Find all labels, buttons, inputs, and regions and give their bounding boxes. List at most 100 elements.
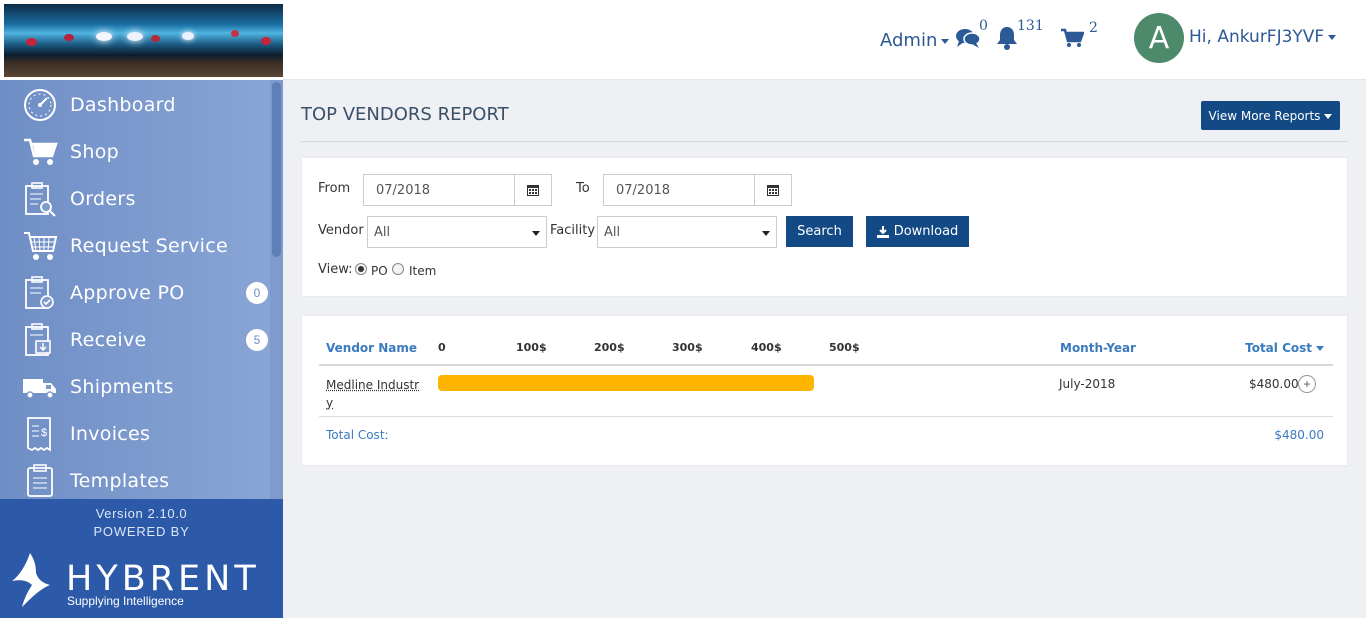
sidebar-item-label: Approve PO bbox=[70, 281, 185, 304]
svg-text:$: $ bbox=[41, 427, 47, 439]
orders-clipboard-search-icon bbox=[22, 181, 58, 217]
sidebar-item-label: Shop bbox=[70, 140, 119, 163]
view-more-reports-button[interactable]: View More Reports bbox=[1201, 101, 1340, 130]
powered-by-text: POWERED BY bbox=[93, 524, 190, 539]
header-divider bbox=[319, 364, 1333, 366]
month-year-cell: July-2018 bbox=[1059, 377, 1116, 391]
from-calendar-button[interactable] bbox=[514, 174, 552, 206]
sidebar-item-label: Request Service bbox=[70, 234, 228, 257]
calendar-icon bbox=[767, 185, 779, 196]
view-po-radio[interactable] bbox=[355, 263, 367, 275]
receive-clipboard-download-icon bbox=[22, 322, 58, 358]
top-header: Admin 0 131 2 A Hi, AnkurFJ3YVF bbox=[283, 0, 1366, 80]
chevron-down-icon bbox=[532, 231, 540, 236]
sidebar-item-dashboard[interactable]: Dashboard bbox=[0, 81, 270, 128]
search-button-label: Search bbox=[797, 224, 842, 239]
from-date-input[interactable] bbox=[363, 174, 515, 206]
facility-select-value: All bbox=[604, 224, 621, 240]
approve-po-count-badge: 0 bbox=[246, 281, 268, 304]
sidebar-item-approve-po[interactable]: Approve PO 0 bbox=[0, 269, 270, 316]
admin-label: Admin bbox=[880, 30, 938, 51]
sidebar-scroll-thumb[interactable] bbox=[272, 82, 281, 257]
approve-clipboard-check-icon bbox=[22, 275, 58, 311]
sidebar-item-label: Receive bbox=[70, 328, 147, 351]
sidebar-item-shipments[interactable]: Shipments bbox=[0, 363, 270, 410]
to-date-input[interactable] bbox=[603, 174, 755, 206]
sort-caret-icon bbox=[1316, 346, 1324, 351]
chevron-down-icon bbox=[762, 231, 770, 236]
view-po-label: PO bbox=[371, 264, 388, 278]
total-cost-label: Total Cost: bbox=[326, 428, 389, 442]
vendor-label: Vendor bbox=[318, 223, 364, 238]
sidebar-nav: Dashboard Shop Orders Request Service Ap… bbox=[0, 80, 283, 499]
col-header-month-year[interactable]: Month-Year bbox=[1060, 341, 1136, 355]
vendor-name-link[interactable]: Medline Industry bbox=[326, 376, 420, 412]
download-button[interactable]: Download bbox=[866, 216, 969, 247]
page-title: TOP VENDORS REPORT bbox=[301, 104, 509, 125]
view-label: View: bbox=[318, 262, 353, 277]
col-header-total-cost[interactable]: Total Cost bbox=[1245, 341, 1324, 355]
sidebar-item-orders[interactable]: Orders bbox=[0, 175, 270, 222]
facility-select[interactable]: All bbox=[597, 216, 777, 248]
sidebar-item-request-service[interactable]: Request Service bbox=[0, 222, 270, 269]
search-button[interactable]: Search bbox=[786, 216, 853, 247]
to-label: To bbox=[576, 181, 590, 196]
filter-panel: From To Vendor All Facility All Search D… bbox=[301, 157, 1348, 297]
calendar-icon bbox=[527, 185, 539, 196]
dashboard-gauge-icon bbox=[22, 87, 58, 123]
vendor-select[interactable]: All bbox=[367, 216, 547, 248]
sidebar: Dashboard Shop Orders Request Service Ap… bbox=[0, 0, 283, 618]
user-greeting: Hi, AnkurFJ3YVF bbox=[1189, 27, 1325, 47]
brand-tagline: Supplying Intelligence bbox=[67, 594, 184, 608]
chevron-down-icon bbox=[941, 38, 950, 44]
vendor-cost-bar bbox=[438, 375, 815, 391]
sidebar-item-label: Templates bbox=[70, 469, 170, 492]
sidebar-footer: Version 2.10.0 POWERED BY HYBRENT Supply… bbox=[0, 499, 283, 618]
scale-tick-label: 100$ bbox=[516, 341, 547, 354]
messages-count: 0 bbox=[979, 18, 988, 34]
download-icon bbox=[876, 225, 889, 238]
notifications-count: 131 bbox=[1017, 18, 1044, 34]
avatar[interactable]: A bbox=[1134, 13, 1184, 63]
sidebar-item-templates[interactable]: Templates bbox=[0, 457, 270, 499]
to-calendar-button[interactable] bbox=[754, 174, 792, 206]
total-cost-value: $480.00 bbox=[1274, 428, 1324, 442]
cart-count: 2 bbox=[1089, 20, 1098, 36]
row-divider bbox=[319, 416, 1333, 417]
col-header-total-cost-label: Total Cost bbox=[1245, 341, 1312, 355]
sidebar-item-shop[interactable]: Shop bbox=[0, 128, 270, 175]
cart-icon[interactable] bbox=[1060, 28, 1085, 53]
notifications-bell-icon[interactable] bbox=[995, 25, 1019, 55]
request-service-cart-icon bbox=[22, 228, 58, 264]
download-button-label: Download bbox=[893, 224, 959, 239]
sidebar-item-label: Orders bbox=[70, 187, 136, 210]
sidebar-item-receive[interactable]: Receive 5 bbox=[0, 316, 270, 363]
scale-tick-label: 300$ bbox=[672, 341, 703, 354]
admin-dropdown[interactable]: Admin bbox=[880, 30, 950, 51]
expand-row-button[interactable]: + bbox=[1298, 375, 1316, 393]
chevron-down-icon bbox=[1328, 34, 1337, 40]
version-text: Version 2.10.0 bbox=[95, 506, 188, 521]
title-divider bbox=[301, 141, 1348, 142]
messages-icon[interactable] bbox=[955, 27, 981, 54]
templates-clipboard-icon bbox=[22, 463, 58, 499]
chevron-down-icon bbox=[1324, 113, 1333, 119]
sidebar-item-label: Shipments bbox=[70, 375, 174, 398]
from-label: From bbox=[318, 181, 351, 196]
scale-tick-label: 400$ bbox=[751, 341, 782, 354]
total-cost-cell: $480.00 bbox=[1249, 377, 1299, 391]
report-panel: Vendor Name 0 100$ 200$ 300$ 400$ 500$ M… bbox=[301, 315, 1348, 466]
truck-icon bbox=[22, 369, 58, 405]
hybrent-bird-logo-icon bbox=[10, 551, 54, 614]
scale-tick-label: 0 bbox=[438, 341, 446, 354]
view-item-radio[interactable] bbox=[392, 263, 404, 275]
col-header-vendor-name[interactable]: Vendor Name bbox=[326, 341, 417, 355]
sidebar-item-label: Invoices bbox=[70, 422, 151, 445]
company-logo-image[interactable] bbox=[4, 4, 283, 77]
view-more-reports-label: View More Reports bbox=[1208, 108, 1321, 123]
sidebar-item-invoices[interactable]: $ Invoices bbox=[0, 410, 270, 457]
invoice-icon: $ bbox=[22, 416, 58, 452]
receive-count-badge: 5 bbox=[246, 328, 268, 351]
user-menu-dropdown[interactable]: Hi, AnkurFJ3YVF bbox=[1189, 27, 1337, 47]
facility-label: Facility bbox=[550, 223, 596, 238]
